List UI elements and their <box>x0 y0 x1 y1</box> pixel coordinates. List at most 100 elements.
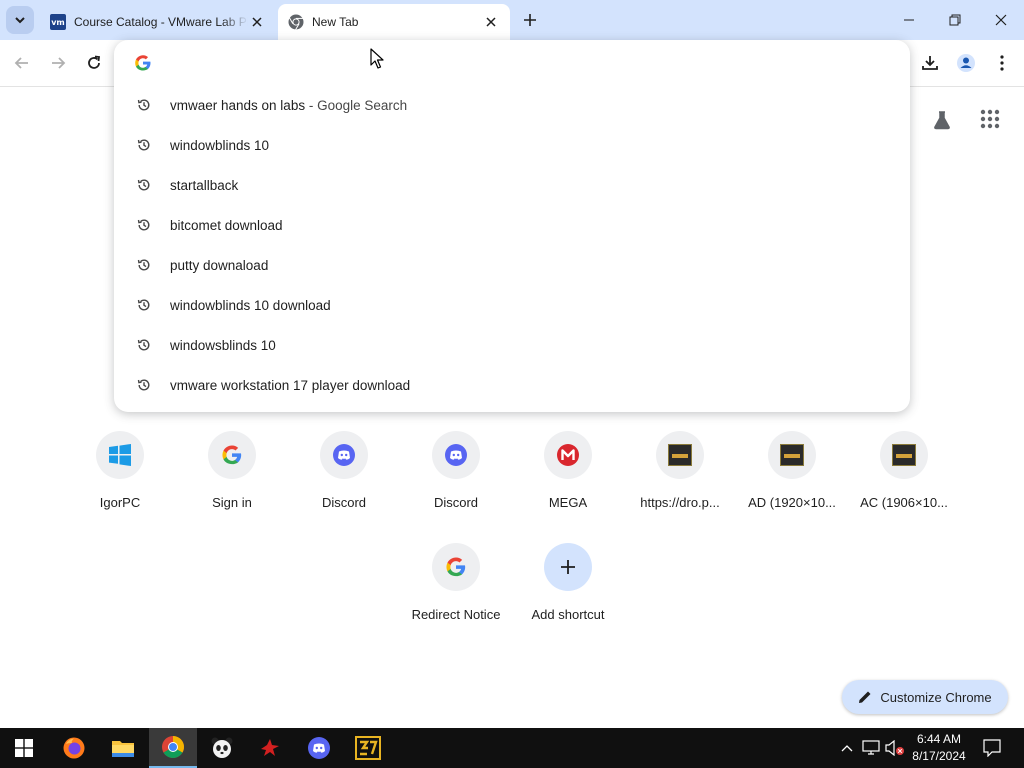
shortcut-label: Redirect Notice <box>411 607 501 622</box>
tab-course-catalog[interactable]: vm Course Catalog - VMware Lab Platform <box>40 4 276 40</box>
taskbar-panda-app[interactable] <box>198 728 246 768</box>
panda-icon <box>211 737 233 758</box>
flask-icon <box>934 111 950 130</box>
yellow-app-icon <box>355 736 381 760</box>
close-tab-icon[interactable] <box>482 13 500 31</box>
discord-icon <box>308 737 330 759</box>
shortcut-label: AD (1920×10... <box>748 495 836 510</box>
shortcut-tile[interactable]: Redirect Notice <box>400 543 512 643</box>
omnibox-dropdown: vmwaer hands on labs - Google Search win… <box>114 40 910 412</box>
google-icon <box>222 445 242 465</box>
downloads-button[interactable] <box>916 49 944 77</box>
thumbnail-icon <box>668 444 692 466</box>
google-icon <box>135 55 151 71</box>
network-icon <box>862 740 880 755</box>
suggestion-item[interactable]: vmwaer hands on labs - Google Search <box>114 85 910 125</box>
restore-button[interactable] <box>932 0 978 40</box>
suggestion-text: putty downaload <box>170 257 269 273</box>
plus-icon <box>561 560 575 574</box>
suggestion-item[interactable]: startallback <box>114 165 910 205</box>
red-bird-icon <box>261 739 279 756</box>
clock-time: 6:44 AM <box>916 732 962 746</box>
restore-icon <box>949 14 961 26</box>
minimize-button[interactable] <box>886 0 932 40</box>
arrow-left-icon <box>14 57 28 69</box>
suggestion-item[interactable]: putty downaload <box>114 245 910 285</box>
thumbnail-icon <box>892 444 916 466</box>
show-hidden-icons-button[interactable] <box>838 728 856 768</box>
shortcut-label: MEGA <box>548 495 588 510</box>
google-apps-button[interactable] <box>976 105 1004 133</box>
history-icon <box>136 337 152 353</box>
history-icon <box>136 217 152 233</box>
suggestion-item[interactable]: vmware workstation 17 player download <box>114 365 910 405</box>
shortcut-tile[interactable]: MEGA <box>512 431 624 531</box>
shortcut-tile[interactable]: AD (1920×10... <box>736 431 848 531</box>
new-tab-button[interactable] <box>518 8 542 32</box>
taskbar-discord[interactable] <box>295 728 343 768</box>
folder-icon <box>112 741 134 757</box>
mouse-cursor-icon <box>370 48 384 69</box>
history-icon <box>136 297 152 313</box>
reload-button[interactable] <box>80 49 108 77</box>
taskbar-yellow-app[interactable] <box>344 728 392 768</box>
suggestion-text: vmwaer hands on labs - Google Search <box>170 98 407 113</box>
profile-button[interactable] <box>952 49 980 77</box>
taskbar-clock[interactable]: 6:44 AM 8/17/2024 <box>904 731 974 765</box>
thumbnail-icon <box>780 444 804 466</box>
minimize-icon <box>904 19 914 21</box>
shortcut-tile[interactable]: Discord <box>288 431 400 531</box>
volume-muted-icon <box>885 740 904 756</box>
notification-icon <box>983 739 1001 757</box>
taskbar-file-explorer[interactable] <box>99 728 147 768</box>
shortcut-icon-bg <box>656 431 704 479</box>
shortcut-tile[interactable]: IgorPC <box>64 431 176 531</box>
taskbar-red-app[interactable] <box>246 728 294 768</box>
mega-icon <box>557 444 579 466</box>
arrow-right-icon <box>52 57 66 69</box>
google-icon <box>446 557 466 577</box>
chrome-menu-button[interactable] <box>988 49 1016 77</box>
volume-tray-button[interactable] <box>884 728 906 768</box>
forward-button[interactable] <box>44 49 72 77</box>
shortcut-label: Discord <box>433 495 479 510</box>
suggestion-query: vmwaer hands on labs <box>170 97 306 113</box>
tab-search-button[interactable] <box>6 6 34 34</box>
omnibox-row <box>114 40 910 86</box>
shortcut-icon-bg <box>880 431 928 479</box>
suggestion-item[interactable]: windowsblinds 10 <box>114 325 910 365</box>
suggestion-text: windowblinds 10 download <box>170 297 331 313</box>
shortcut-icon-bg <box>544 543 592 591</box>
plus-icon <box>524 14 536 26</box>
omnibox-input[interactable] <box>164 52 868 76</box>
shortcut-tile[interactable]: Discord <box>400 431 512 531</box>
discord-icon <box>333 444 355 466</box>
back-button[interactable] <box>8 49 36 77</box>
suggestion-text: startallback <box>170 177 239 193</box>
close-window-button[interactable] <box>978 0 1024 40</box>
chrome-icon <box>288 14 304 30</box>
download-icon <box>922 56 938 70</box>
suggestion-item[interactable]: bitcomet download <box>114 205 910 245</box>
start-button[interactable] <box>0 728 48 768</box>
suggestion-item[interactable]: windowblinds 10 <box>114 125 910 165</box>
suggestion-text: windowblinds 10 <box>170 137 270 153</box>
suggestion-item[interactable]: windowblinds 10 download <box>114 285 910 325</box>
add-shortcut-button[interactable]: Add shortcut <box>512 543 624 643</box>
firefox-icon <box>63 737 85 759</box>
close-tab-icon[interactable] <box>248 13 266 31</box>
reload-icon <box>88 55 101 69</box>
shortcut-label: IgorPC <box>99 495 141 510</box>
customize-chrome-button[interactable]: Customize Chrome <box>842 680 1008 714</box>
vmware-icon: vm <box>50 14 66 30</box>
network-tray-button[interactable] <box>860 728 882 768</box>
history-icon <box>136 257 152 273</box>
shortcut-tile[interactable]: https://dro.p... <box>624 431 736 531</box>
tab-new-tab[interactable]: New Tab <box>278 4 510 40</box>
shortcut-tile[interactable]: AC (1906×10... <box>848 431 960 531</box>
taskbar-firefox[interactable] <box>50 728 98 768</box>
notifications-button[interactable] <box>980 728 1004 768</box>
shortcut-tile[interactable]: Sign in <box>176 431 288 531</box>
chrome-labs-button[interactable] <box>928 106 956 134</box>
taskbar-chrome[interactable] <box>149 728 197 768</box>
